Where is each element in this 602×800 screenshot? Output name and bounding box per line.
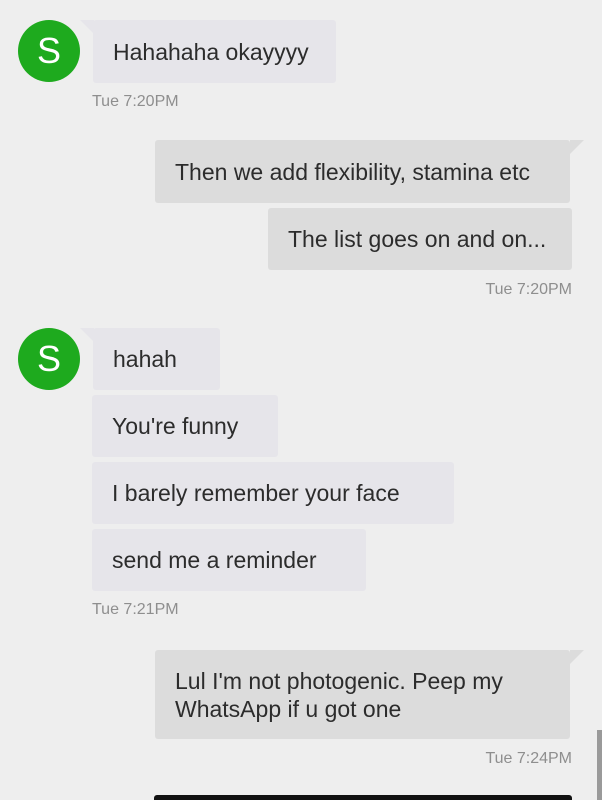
incoming-bubble-tail bbox=[80, 328, 94, 342]
scrollbar[interactable] bbox=[597, 730, 602, 800]
message-text: The list goes on and on... bbox=[288, 226, 547, 252]
message-text: I barely remember your face bbox=[112, 480, 400, 506]
incoming-message[interactable]: hahah bbox=[93, 328, 220, 390]
incoming-bubble-tail bbox=[80, 20, 94, 34]
compose-bar-edge bbox=[154, 795, 572, 800]
outgoing-message[interactable]: Then we add flexibility, stamina etc bbox=[155, 140, 570, 203]
message-text: Then we add flexibility, stamina etc bbox=[175, 158, 530, 185]
message-timestamp: Tue 7:24PM bbox=[485, 750, 572, 767]
incoming-message[interactable]: Hahahaha okayyyy bbox=[93, 20, 336, 83]
message-timestamp: Tue 7:20PM bbox=[92, 93, 179, 110]
message-text: Hahahaha okayyyy bbox=[113, 38, 309, 65]
message-timestamp: Tue 7:20PM bbox=[485, 281, 572, 298]
outgoing-message[interactable]: Lul I'm not photogenic. Peep my WhatsApp… bbox=[155, 650, 570, 739]
message-text: You're funny bbox=[112, 413, 239, 439]
outgoing-bubble-tail bbox=[570, 140, 584, 154]
contact-avatar[interactable]: S bbox=[18, 328, 80, 390]
message-text: Lul I'm not photogenic. Peep my WhatsApp… bbox=[175, 667, 503, 722]
incoming-message[interactable]: send me a reminder bbox=[92, 529, 366, 591]
contact-avatar[interactable]: S bbox=[18, 20, 80, 82]
message-text: hahah bbox=[113, 346, 177, 372]
message-timestamp: Tue 7:21PM bbox=[92, 601, 179, 618]
outgoing-bubble-tail bbox=[570, 650, 584, 664]
message-text: send me a reminder bbox=[112, 547, 317, 573]
outgoing-message[interactable]: The list goes on and on... bbox=[268, 208, 572, 270]
incoming-message[interactable]: I barely remember your face bbox=[92, 462, 454, 524]
incoming-message[interactable]: You're funny bbox=[92, 395, 278, 457]
